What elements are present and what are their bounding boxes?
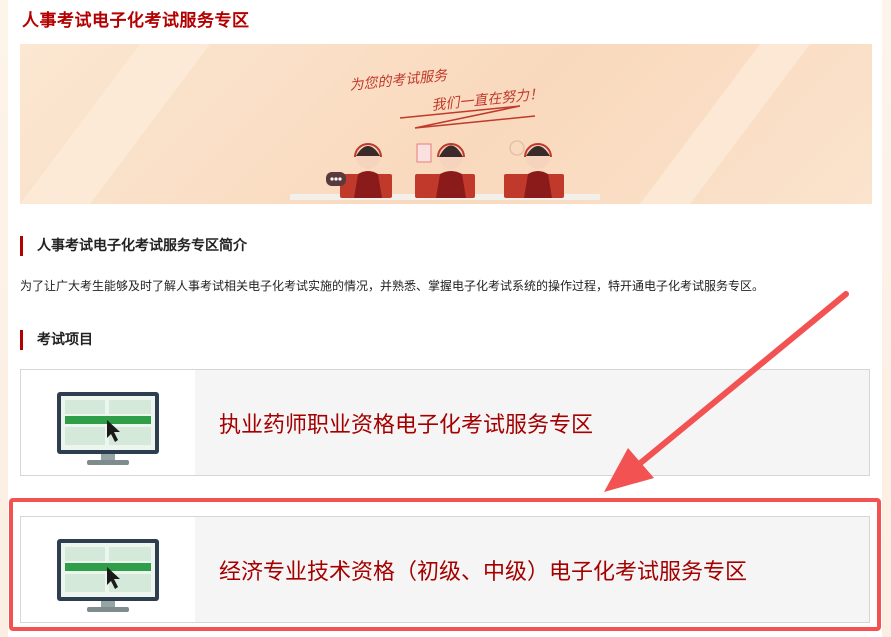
service-banner: 为您的考试服务 我们一直在努力！: [20, 44, 872, 204]
agent-figure: [504, 140, 564, 198]
banner-slogan-1: 为您的考试服务: [349, 68, 449, 94]
agent-figure: [415, 143, 475, 198]
exam-card-label[interactable]: 执业药师职业资格电子化考试服务专区: [219, 407, 593, 439]
agent-figure: [326, 143, 392, 198]
highlight-box: [9, 498, 881, 631]
intro-text: 为了让广大考生能够及时了解人事考试相关电子化考试实施的情况，并熟悉、掌握电子化考…: [20, 279, 765, 293]
page-title: 人事考试电子化考试服务专区: [22, 11, 250, 31]
intro-heading: 人事考试电子化考试服务专区简介: [20, 236, 247, 256]
exam-card-pharmacist[interactable]: 执业药师职业资格电子化考试服务专区: [20, 369, 870, 476]
computer-icon: [21, 370, 195, 475]
banner-illustration: 为您的考试服务 我们一直在努力！: [20, 44, 810, 204]
exams-heading: 考试项目: [20, 330, 93, 350]
exam-card-label-area[interactable]: 执业药师职业资格电子化考试服务专区: [195, 370, 869, 475]
